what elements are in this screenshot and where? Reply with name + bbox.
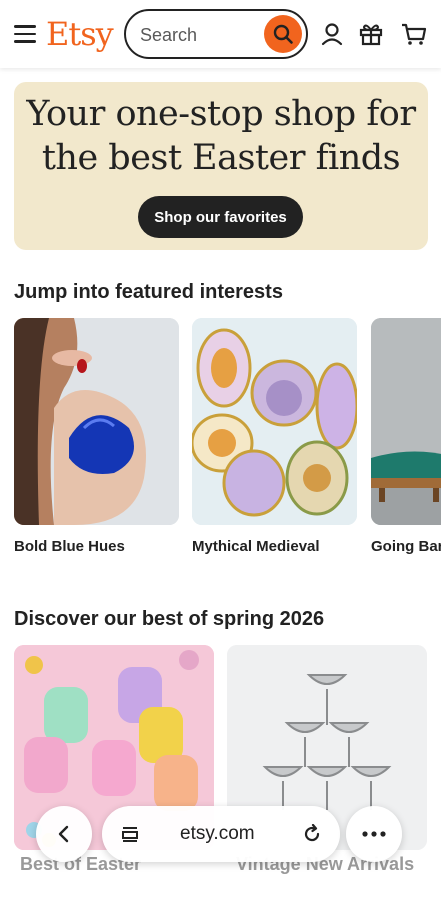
back-icon (58, 825, 69, 843)
search-icon (273, 24, 293, 44)
section-title-interests: Jump into featured interests (14, 281, 283, 303)
browser-toolbar: etsy.com (0, 806, 441, 866)
account-icon[interactable] (318, 20, 346, 48)
hero-title: Your one-stop shop for the best Easter f… (14, 92, 428, 180)
interest-card-image-bar[interactable] (371, 318, 441, 525)
interest-label-2[interactable]: Going Bar (371, 538, 441, 555)
back-button[interactable] (36, 806, 92, 862)
interest-label-1[interactable]: Mythical Medieval (192, 538, 320, 555)
cart-icon[interactable] (400, 20, 428, 48)
search-button[interactable] (264, 15, 302, 53)
blue-ring-photo (14, 318, 179, 525)
menu-icon[interactable] (14, 25, 36, 43)
gift-icon[interactable] (357, 20, 385, 48)
more-icon (362, 831, 386, 837)
interest-card-image-blue[interactable] (14, 318, 179, 525)
search-input[interactable] (140, 21, 260, 49)
hero-banner: Your one-stop shop for the best Easter f… (14, 82, 428, 250)
site-header: Etsy (0, 0, 441, 68)
more-button[interactable] (346, 806, 402, 862)
bar-stool-photo (371, 318, 441, 525)
hero-title-line1: Your one-stop shop for (26, 94, 416, 134)
etsy-logo[interactable]: Etsy (46, 14, 114, 54)
section-title-spring: Discover our best of spring 2026 (14, 608, 325, 630)
medieval-ornaments-photo (192, 318, 357, 525)
url-text[interactable]: etsy.com (180, 823, 255, 845)
interest-card-image-medieval[interactable] (192, 318, 357, 525)
tabs-icon[interactable] (120, 825, 140, 843)
bottom-safe-area (0, 880, 441, 900)
search-bar[interactable] (124, 9, 308, 59)
hero-title-line2: the best Easter finds (41, 138, 401, 178)
url-bar[interactable]: etsy.com (102, 806, 340, 862)
interest-label-0[interactable]: Bold Blue Hues (14, 538, 125, 555)
shop-favorites-button[interactable]: Shop our favorites (138, 196, 303, 238)
reload-icon[interactable] (302, 824, 322, 844)
